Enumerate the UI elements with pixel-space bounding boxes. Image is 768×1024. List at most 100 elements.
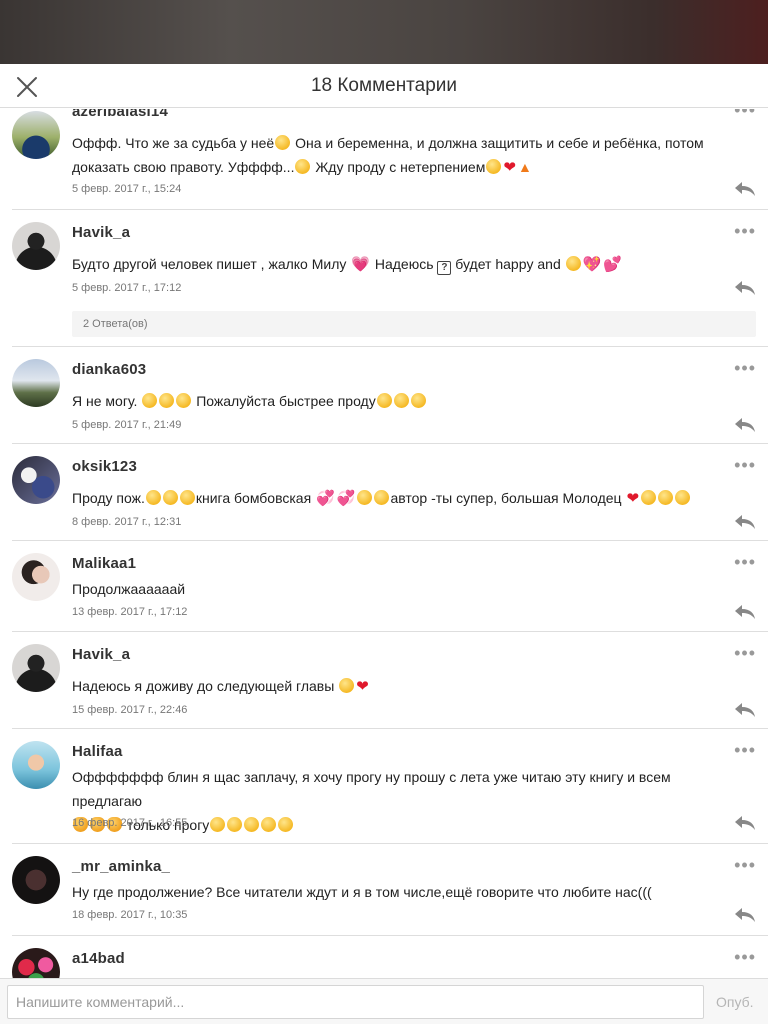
comment-item: Havik_a ••• Надеюсь я доживу до следующе… xyxy=(12,631,768,728)
background-story-image xyxy=(0,0,768,64)
more-options-icon[interactable]: ••• xyxy=(734,741,756,759)
comment-date: 18 февр. 2017 г., 10:35 xyxy=(72,909,188,921)
reply-icon[interactable] xyxy=(734,181,756,197)
emoji-icon xyxy=(278,817,294,832)
comment-username[interactable]: a14bad xyxy=(72,950,125,967)
emoji-icon xyxy=(374,490,390,505)
avatar[interactable] xyxy=(12,111,60,159)
view-replies-button[interactable]: 2 Ответа(ов) xyxy=(72,311,756,337)
comment-date: 5 февр. 2017 г., 15:24 xyxy=(72,183,182,195)
reply-icon[interactable] xyxy=(734,280,756,296)
avatar[interactable] xyxy=(12,222,60,270)
heart-icon: 💕 xyxy=(603,256,622,273)
reply-icon[interactable] xyxy=(734,514,756,530)
reply-icon[interactable] xyxy=(734,604,756,620)
comment-username[interactable]: Havik_a xyxy=(72,224,130,241)
emoji-icon xyxy=(357,490,373,505)
emoji-icon xyxy=(227,817,243,832)
emoji-icon xyxy=(261,817,277,832)
comment-date: 13 февр. 2017 г., 17:12 xyxy=(72,606,188,618)
reply-icon[interactable] xyxy=(734,702,756,718)
question-box-icon: ? xyxy=(437,261,452,275)
comment-item: dianka603 ••• Я не могу. Пожалуйста быст… xyxy=(12,346,768,443)
comment-text: Проду пож. книга бомбовская 💞 💞 автор -ты с… xyxy=(72,486,742,511)
comment-item: Malikaa1 ••• Продолжаааааай 13 февр. 201… xyxy=(12,540,768,631)
more-options-icon[interactable]: ••• xyxy=(734,948,756,966)
comment-username[interactable]: oksik123 xyxy=(72,458,137,475)
more-options-icon[interactable]: ••• xyxy=(734,109,756,119)
heart-icon: 💞 xyxy=(316,490,335,507)
emoji-icon xyxy=(159,393,175,408)
emoji-icon xyxy=(162,490,178,505)
more-options-icon[interactable]: ••• xyxy=(734,553,756,571)
comment-date: 8 февр. 2017 г., 12:31 xyxy=(72,516,182,528)
heart-icon: ❤ xyxy=(503,159,516,176)
reply-icon[interactable] xyxy=(734,815,756,831)
heart-icon: 💗 xyxy=(351,256,370,273)
page-title: 18 Комментарии xyxy=(310,75,458,96)
avatar[interactable] xyxy=(12,553,60,601)
emoji-icon xyxy=(376,393,392,408)
comment-username[interactable]: _mr_aminka_ xyxy=(72,858,170,875)
avatar[interactable] xyxy=(12,856,60,904)
avatar[interactable] xyxy=(12,644,60,692)
emoji-icon xyxy=(145,490,161,505)
emoji-icon xyxy=(641,490,657,505)
comment-item: _mr_aminka_ ••• Ну где продолжение? Все … xyxy=(12,843,768,935)
comment-composer: Опуб. xyxy=(0,978,768,1024)
emoji-icon xyxy=(275,135,291,150)
comment-username[interactable]: Havik_a xyxy=(72,646,130,663)
emoji-icon xyxy=(658,490,674,505)
comment-input[interactable] xyxy=(7,985,704,1019)
heart-icon: 💖 xyxy=(582,256,602,273)
comment-text: Ну где продолжение? Все читатели ждут и … xyxy=(72,884,652,900)
comment-text: Продолжаааааай xyxy=(72,581,186,597)
comment-text: Надеюсь я доживу до следующей главы ❤ xyxy=(72,674,742,699)
comment-username[interactable]: Halifaa xyxy=(72,743,123,760)
avatar[interactable] xyxy=(12,359,60,407)
comment-item: Halifaa ••• Оффффффф блин я щас заплачу,… xyxy=(12,728,768,843)
heart-icon: ❤ xyxy=(626,490,640,507)
emoji-icon xyxy=(176,393,192,408)
emoji-icon xyxy=(244,817,260,832)
more-options-icon[interactable]: ••• xyxy=(734,644,756,662)
fire-icon: ▲ xyxy=(517,159,532,175)
emoji-icon xyxy=(179,490,195,505)
reply-icon[interactable] xyxy=(734,907,756,923)
comment-item: azeribalasi14 ••• Оффф. Что же за судьба… xyxy=(12,109,768,209)
comments-list[interactable]: azeribalasi14 ••• Оффф. Что же за судьба… xyxy=(0,109,768,978)
more-options-icon[interactable]: ••• xyxy=(734,856,756,874)
heart-icon: ❤ xyxy=(356,678,369,695)
more-options-icon[interactable]: ••• xyxy=(734,456,756,474)
comment-text: Я не могу. Пожалуйста быстрее проду xyxy=(72,389,742,413)
emoji-icon xyxy=(295,159,311,174)
emoji-icon xyxy=(565,256,581,271)
comment-date: 5 февр. 2017 г., 17:12 xyxy=(72,282,182,294)
publish-button[interactable]: Опуб. xyxy=(716,994,754,1010)
comment-item: Havik_a ••• Будто другой человек пишет ,… xyxy=(12,209,768,346)
more-options-icon[interactable]: ••• xyxy=(734,222,756,240)
comment-username[interactable]: azeribalasi14 xyxy=(72,109,168,120)
heart-icon: 💞 xyxy=(336,490,356,507)
comment-item: oksik123 ••• Проду пож. книга бомбовская … xyxy=(12,443,768,540)
comment-username[interactable]: dianka603 xyxy=(72,361,146,378)
comment-username[interactable]: Malikaa1 xyxy=(72,555,136,572)
avatar[interactable] xyxy=(12,456,60,504)
comment-date: 16 февр. 2017 г., 16:55 xyxy=(72,817,188,829)
comment-date: 5 февр. 2017 г., 21:49 xyxy=(72,419,182,431)
more-options-icon[interactable]: ••• xyxy=(734,359,756,377)
emoji-icon xyxy=(142,393,158,408)
emoji-icon xyxy=(410,393,426,408)
comments-header: 18 Комментарии xyxy=(0,64,768,108)
comment-item: a14bad ••• xyxy=(12,935,768,978)
reply-icon[interactable] xyxy=(734,417,756,433)
emoji-icon xyxy=(393,393,409,408)
emoji-icon xyxy=(486,159,502,174)
comment-text: Оффф. Что же за судьба у неё Она и берем… xyxy=(72,131,742,180)
emoji-icon xyxy=(339,678,355,693)
emoji-icon xyxy=(210,817,226,832)
avatar[interactable] xyxy=(12,741,60,789)
emoji-icon xyxy=(675,490,691,505)
avatar[interactable] xyxy=(12,948,60,978)
comment-date: 15 февр. 2017 г., 22:46 xyxy=(72,704,188,716)
